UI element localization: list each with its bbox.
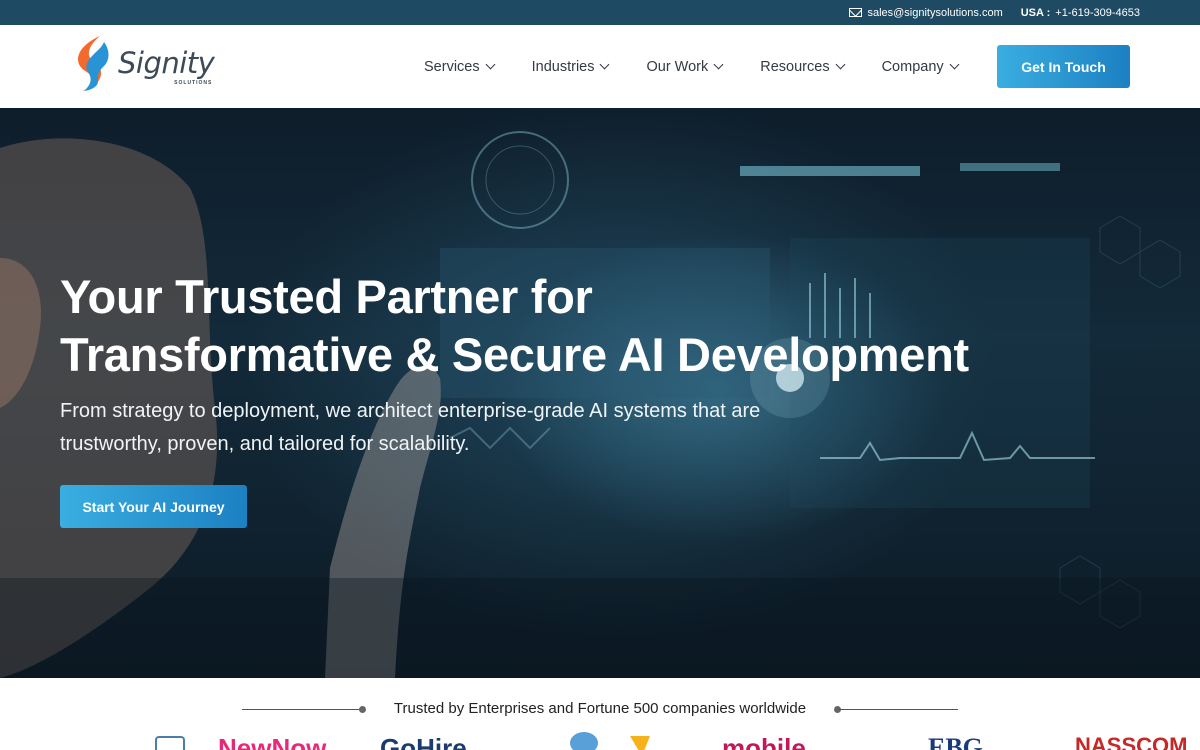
client-logo-newnow: NewNow [218,733,327,750]
signity-logo-icon [78,36,109,91]
chevron-down-icon [485,59,496,70]
hero-subtitle-line-1: From strategy to deployment, we architec… [60,400,761,422]
phone-label: USA : [1020,6,1051,19]
email-link[interactable]: sales@signitysolutions.com [867,7,1002,19]
nav-label: Industries [531,58,595,75]
trusted-by-section: Trusted by Enterprises and Fortune 500 c… [0,678,1200,750]
client-logo-nasscom: NASSCOM [1075,733,1188,750]
email-contact[interactable]: sales@signitysolutions.com [849,7,1003,19]
nav-resources[interactable]: Resources [760,58,846,75]
divider-line-right [838,709,958,710]
client-logo-strip: NewNow GoHire mobile EBG NASSCOM [0,730,1200,750]
brand-logo[interactable]: Signity SOLUTIONS [70,34,215,92]
hero-subtitle: From strategy to deployment, we architec… [60,395,860,461]
main-nav: Services Industries Our Work Resources C… [424,25,996,108]
trusted-heading: Trusted by Enterprises and Fortune 500 c… [393,700,807,717]
chevron-down-icon [835,59,846,70]
get-in-touch-button[interactable]: Get In Touch [997,45,1130,88]
chevron-down-icon [949,59,960,70]
nav-label: Services [424,58,480,75]
top-contact-bar: sales@signitysolutions.com USA : +1-619-… [0,0,1200,25]
client-logo-gohire: GoHire [380,733,467,750]
client-logo-ebg: EBG [928,733,983,750]
hero-section: Your Trusted Partner for Transformative … [0,108,1200,678]
client-logo-mascot-icon [570,732,598,750]
hero-subtitle-line-2: trustworthy, proven, and tailored for sc… [60,433,470,455]
mail-icon [849,8,863,17]
start-ai-journey-button[interactable]: Start Your AI Journey [60,485,247,528]
phone-contact[interactable]: USA : +1-619-309-4653 [1021,7,1140,19]
client-logo-star-icon [630,736,650,750]
nav-label: Resources [760,58,830,75]
hero-background-image [0,131,1200,678]
nav-industries[interactable]: Industries [531,58,610,75]
nav-our-work[interactable]: Our Work [646,58,724,75]
nav-services[interactable]: Services [424,58,496,75]
site-header: Signity SOLUTIONS Services Industries Ou… [0,25,1200,108]
chevron-down-icon [713,59,724,70]
client-logo-mobile: mobile [722,733,806,750]
chevron-down-icon [600,59,610,70]
hero-title-line-2: Transformative & Secure AI Development [60,328,969,381]
nav-label: Our Work [646,58,709,75]
nav-company[interactable]: Company [881,58,960,75]
hero-title-line-1: Your Trusted Partner for [60,270,593,323]
brand-wordmark: Signity SOLUTIONS [118,46,215,86]
hero-title: Your Trusted Partner for Transformative … [60,268,1020,384]
nav-label: Company [881,58,944,75]
brand-name: Signity [118,46,215,80]
brand-sub: SOLUTIONS [174,80,213,86]
phone-link[interactable]: +1-619-309-4653 [1055,7,1140,19]
client-logo-icon [155,736,185,750]
